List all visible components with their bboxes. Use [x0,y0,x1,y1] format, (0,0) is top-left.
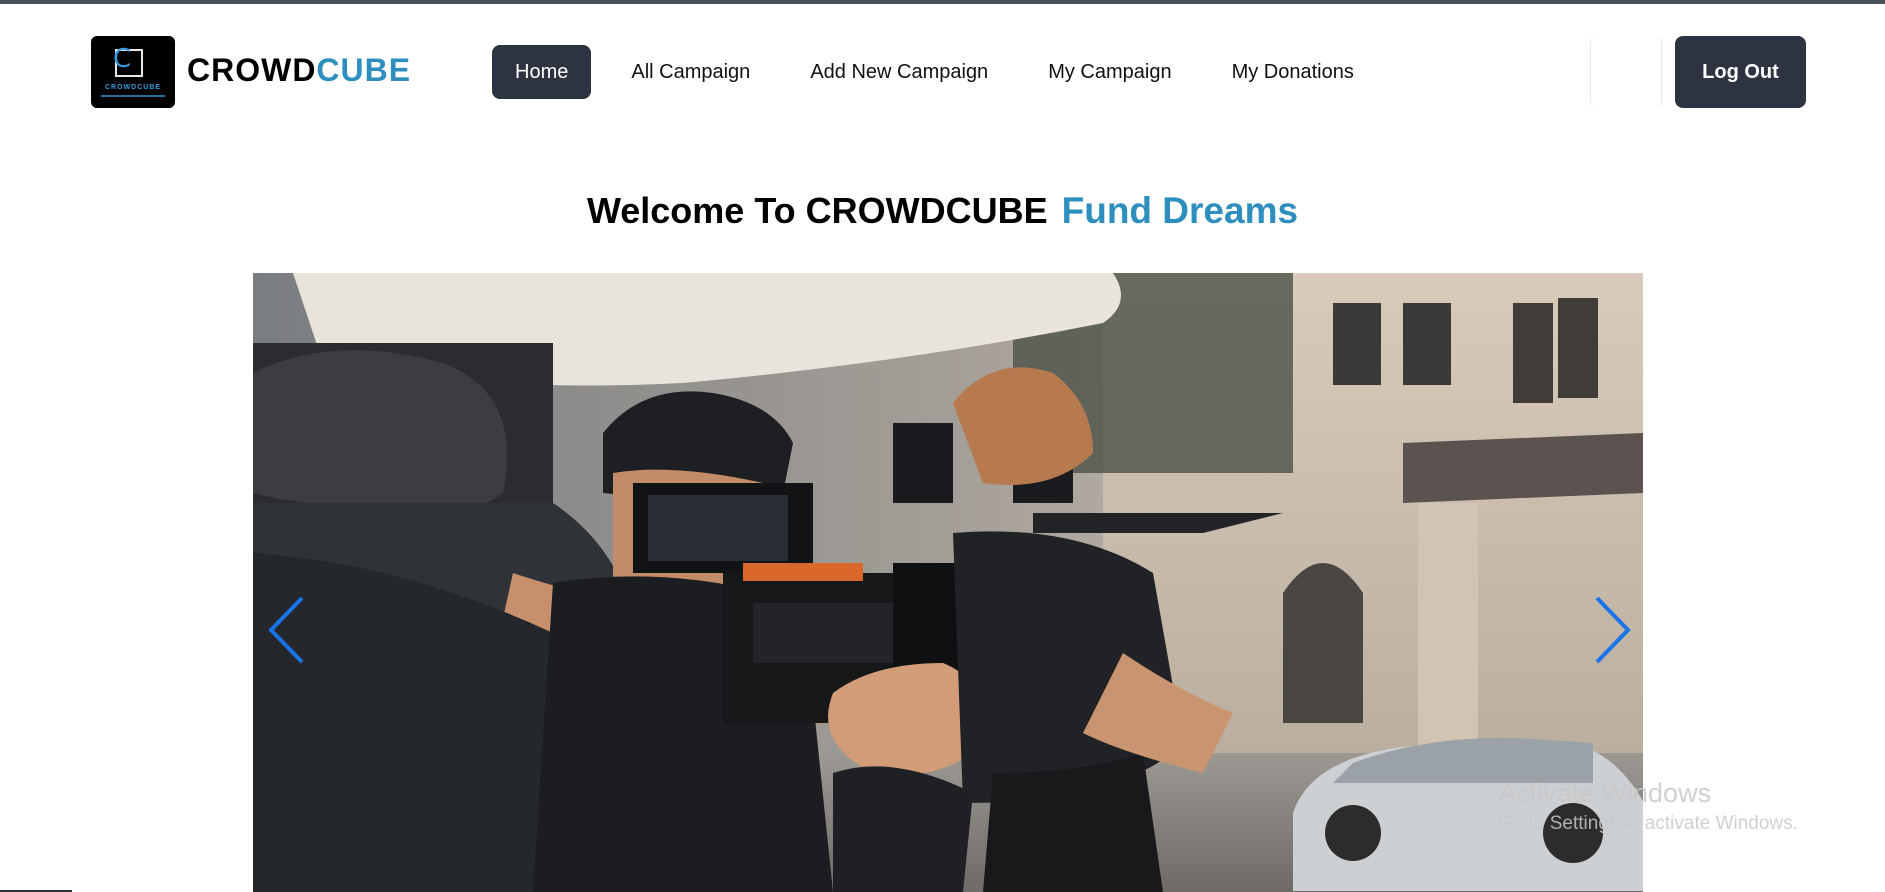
nav-my-campaign[interactable]: My Campaign [1028,45,1191,99]
watermark-subtitle: Go to Settings to activate Windows. [1498,813,1798,834]
logout-button[interactable]: Log Out [1675,36,1806,108]
carousel-next-button[interactable] [1587,595,1633,665]
chevron-right-icon [1595,596,1631,664]
nav-my-donations[interactable]: My Donations [1212,45,1374,99]
nav-home[interactable]: Home [492,45,592,99]
watermark-title: Activate Windows [1498,778,1712,808]
hero-carousel[interactable] [253,273,1643,892]
welcome-heading: Welcome To CROWDCUBE Fund Dreams [0,190,1885,232]
tagline-text: Fund Dreams [1061,190,1299,231]
logo-tag: CROWDCUBE [104,84,162,91]
carousel-slide-image [253,273,1643,892]
nav-all-campaign[interactable]: All Campaign [611,45,770,99]
nav-links: Home All Campaign Add New Campaign My Ca… [492,45,1394,99]
brand-name[interactable]: CROWDCUBE [187,52,411,89]
activation-watermark: Activate Windows Go to Settings to activ… [1498,778,1798,835]
brand-part-1: CROWD [187,52,317,88]
logo-underline [101,95,165,97]
logo[interactable]: C CROWDCUBE [91,36,175,108]
welcome-text: Welcome To CROWDCUBE [586,190,1048,231]
nav-add-new-campaign[interactable]: Add New Campaign [790,45,1008,99]
theme-toggle-button[interactable] [1590,36,1662,108]
logo-mark-icon: C [113,46,143,77]
chevron-left-icon [268,596,304,664]
carousel-prev-button[interactable] [266,595,312,665]
navbar: C CROWDCUBE CROWDCUBE Home All Campaign … [0,4,1885,144]
brand-part-2: CUBE [316,52,412,88]
